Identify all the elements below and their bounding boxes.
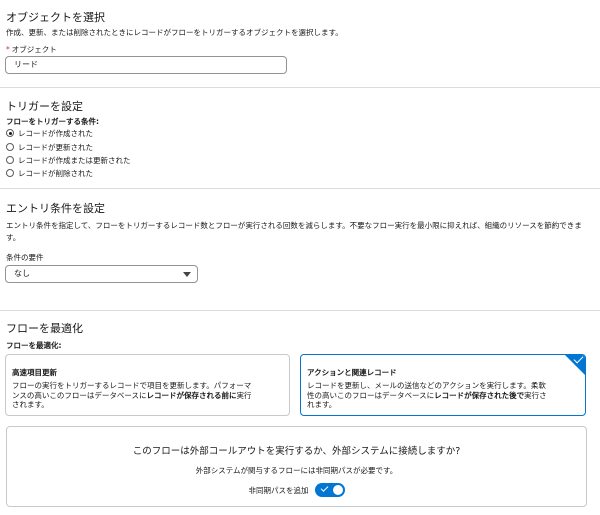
card-desc-line1: レコードを更新し、メールの送信などのアクションを実行します。柔軟 <box>307 381 546 390</box>
optimize-section-title: フローを最適化 <box>6 322 83 335</box>
async-path-box: このフローは外部コールアウトを実行するか、外部システムに接続しますか? 外部シス… <box>6 426 587 507</box>
trigger-section-title: トリガーを設定 <box>6 100 83 113</box>
card-fast-field-updates-desc: フローの実行をトリガーするレコードで項目を更新します。パフォーマ ンスの高いこの… <box>12 381 251 410</box>
card-desc-line2-end: 実行 <box>236 390 252 400</box>
card-desc-line2: ンスの高いこのフローはデータベースに <box>12 390 147 400</box>
trigger-option-created[interactable]: レコードが作成された <box>6 128 93 138</box>
object-field-label-text: オブジェクト <box>11 45 57 54</box>
object-field-label: * オブジェクト <box>6 44 57 55</box>
async-question: このフローは外部コールアウトを実行するか、外部システムに接続しますか? <box>132 446 461 457</box>
card-fast-field-updates-title: 高速項目更新 <box>12 368 57 377</box>
trigger-option-updated[interactable]: レコードが更新された <box>6 142 93 152</box>
async-toggle-row: 非同期パスを追加 <box>7 483 586 497</box>
object-section-description: 作成、更新、または削除されたときにレコードがフローをトリガーするオブジェクトを選… <box>6 28 343 37</box>
card-actions-related-records-desc: レコードを更新し、メールの送信などのアクションを実行します。柔軟 性の高いこのフ… <box>307 381 547 410</box>
radio-updated[interactable] <box>6 143 14 151</box>
radio-label-updated: レコードが更新された <box>18 142 93 152</box>
radio-label-created: レコードが作成された <box>18 128 93 138</box>
object-input[interactable]: リード <box>5 56 287 74</box>
trigger-option-created-or-updated[interactable]: レコードが作成または更新された <box>6 155 131 165</box>
card-desc-line1: フローの実行をトリガーするレコードで項目を更新します。パフォーマ <box>12 381 252 390</box>
radio-label-created-or-updated: レコードが作成または更新された <box>18 155 131 165</box>
card-desc-line2-end: 実行さ <box>524 390 547 400</box>
card-desc-line3: れます。 <box>307 400 337 409</box>
condition-select[interactable]: なし <box>5 265 198 283</box>
entry-section-title: エントリ条件を設定 <box>6 202 105 215</box>
optimize-label: フローを最適化: <box>6 341 62 350</box>
trigger-option-deleted[interactable]: レコードが削除された <box>6 168 93 178</box>
divider-2 <box>0 188 600 189</box>
object-section-title: オブジェクトを選択 <box>6 11 105 24</box>
card-desc-bold: レコードが保存される前に <box>146 390 237 400</box>
radio-created[interactable] <box>6 129 14 137</box>
radio-deleted[interactable] <box>6 169 14 177</box>
async-subtext: 外部システムが関与するフローには非同期パスが必要です。 <box>195 466 398 475</box>
card-desc-line2: 性の高いこのフローはデータベースに <box>307 390 435 400</box>
entry-description-line2: す。 <box>6 233 21 242</box>
condition-select-value: なし <box>14 269 30 278</box>
required-mark: * <box>6 45 10 54</box>
chevron-down-icon <box>183 272 191 277</box>
card-desc-line3: されます。 <box>12 400 49 409</box>
async-toggle-label: 非同期パスを追加 <box>248 485 309 495</box>
card-desc-bold: レコードが保存された後で <box>434 390 525 400</box>
card-fast-field-updates[interactable]: 高速項目更新 フローの実行をトリガーするレコードで項目を更新します。パフォーマ … <box>5 354 290 416</box>
trigger-label: フローをトリガーする条件: <box>6 117 99 126</box>
radio-created-or-updated[interactable] <box>6 156 14 164</box>
card-actions-related-records-title: アクションと関連レコード <box>307 368 397 377</box>
card-actions-related-records[interactable]: アクションと関連レコード レコードを更新し、メールの送信などのアクションを実行し… <box>300 354 586 416</box>
divider-3 <box>0 310 600 311</box>
divider-1 <box>0 87 600 88</box>
check-icon <box>320 484 328 492</box>
condition-label: 条件の要件 <box>6 253 44 262</box>
toggle-knob <box>332 485 343 495</box>
entry-description-line1: エントリ条件を指定して、フローをトリガーするレコード数とフローが実行される回数を… <box>6 221 582 230</box>
radio-label-deleted: レコードが削除された <box>18 168 93 178</box>
async-path-toggle[interactable] <box>314 483 345 497</box>
